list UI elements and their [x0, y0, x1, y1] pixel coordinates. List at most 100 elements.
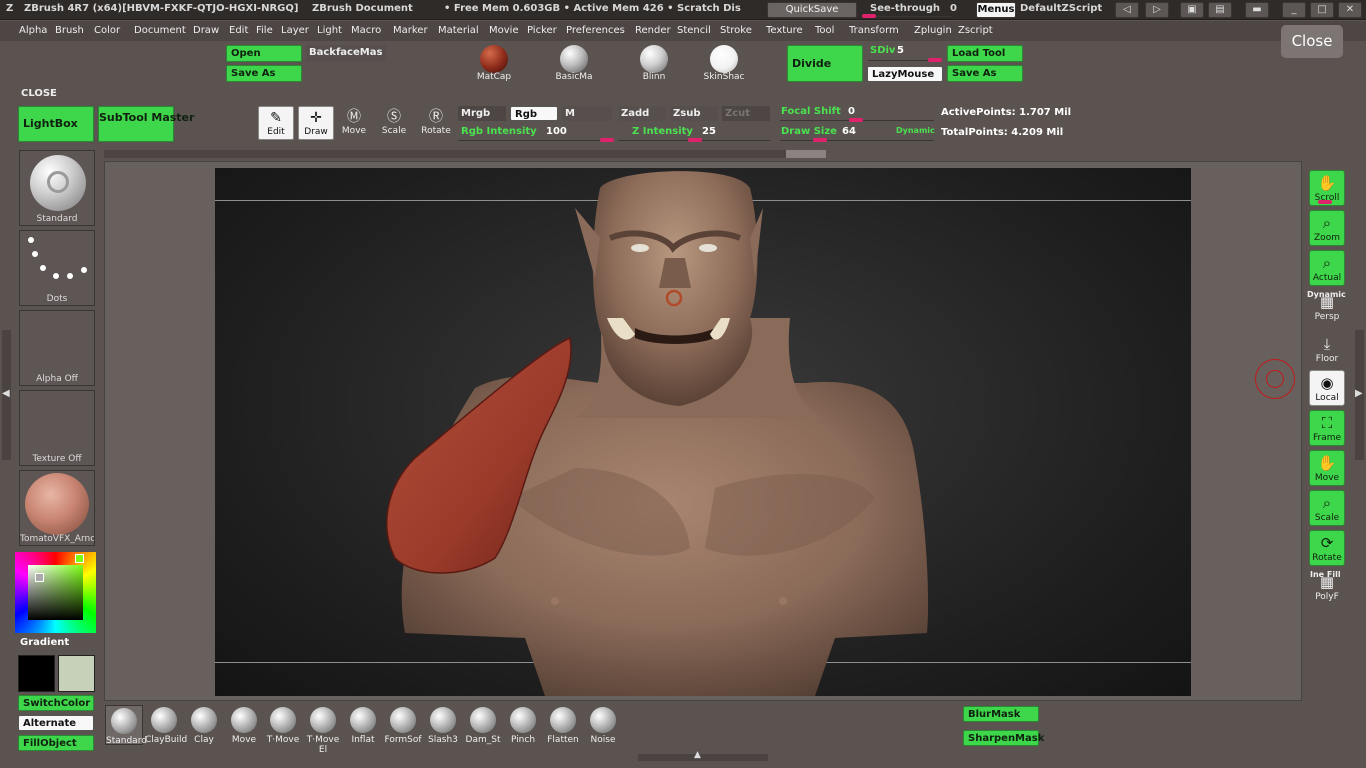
actual-button[interactable]: ⌕ Actual	[1309, 250, 1345, 286]
hide-icon[interactable]: ▬	[1245, 2, 1269, 18]
close-label[interactable]: CLOSE	[21, 88, 57, 99]
minimize-icon[interactable]: _	[1282, 2, 1306, 18]
brush-claybuild[interactable]: ClayBuild	[145, 705, 187, 745]
brush-formsoft[interactable]: FormSof	[384, 705, 422, 745]
lazymouse-button[interactable]: LazyMouse	[867, 66, 943, 82]
switch-color-button[interactable]: SwitchColor	[18, 695, 94, 711]
menu-macro[interactable]: Macro	[351, 25, 381, 36]
rotate-mode-button[interactable]: Ⓡ Rotate	[418, 106, 454, 140]
menu-brush[interactable]: Brush	[55, 25, 84, 36]
quicksave-button[interactable]: QuickSave	[767, 2, 857, 18]
prev-layout-icon[interactable]: ◁	[1115, 2, 1139, 18]
top-tray-scrollbar[interactable]	[104, 150, 824, 158]
open-button[interactable]: Open	[226, 45, 302, 62]
menu-zplugin[interactable]: Zplugin	[914, 25, 952, 36]
focal-shift-slider[interactable]	[849, 118, 863, 122]
frame-button[interactable]: ⛶ Frame	[1309, 410, 1345, 446]
hue-marker[interactable]	[75, 554, 84, 563]
see-through-slider[interactable]	[862, 14, 876, 18]
menu-layer[interactable]: Layer	[281, 25, 309, 36]
menu-stencil[interactable]: Stencil	[677, 25, 711, 36]
menu-movie[interactable]: Movie	[489, 25, 519, 36]
matcap-sphere-icon[interactable]	[480, 45, 508, 73]
gradient-label[interactable]: Gradient	[20, 637, 69, 648]
bottom-tray-toggle[interactable]	[638, 754, 768, 761]
menu-zscript[interactable]: Zscript	[958, 25, 993, 36]
draw-mode-button[interactable]: ✛ Draw	[298, 106, 334, 140]
menu-transform[interactable]: Transform	[849, 25, 899, 36]
m-button[interactable]: M	[562, 106, 612, 121]
skin-shader-sphere-icon[interactable]	[710, 45, 738, 73]
sharpen-mask-button[interactable]: SharpenMask	[963, 730, 1044, 746]
top-tray-scroll-thumb[interactable]	[786, 150, 826, 158]
fill-object-button[interactable]: FillObject	[18, 735, 94, 751]
menu-picker[interactable]: Picker	[527, 25, 557, 36]
load-tool-button[interactable]: Load Tool	[947, 45, 1023, 62]
brush-dam-standard[interactable]: Dam_St	[464, 705, 502, 745]
menu-tool[interactable]: Tool	[815, 25, 834, 36]
brush-pinch[interactable]: Pinch	[504, 705, 542, 745]
polyf-button[interactable]: ▦ PolyF	[1309, 570, 1345, 606]
brush-flatten[interactable]: Flatten	[544, 705, 582, 745]
tool-save-as-button[interactable]: Save As	[947, 65, 1023, 82]
document-canvas[interactable]	[215, 168, 1191, 696]
scale-view-button[interactable]: ⌕ Scale	[1309, 490, 1345, 526]
zsub-button[interactable]: Zsub	[670, 106, 718, 121]
blinn-sphere-icon[interactable]	[640, 45, 668, 73]
menus-button[interactable]: Menus	[976, 2, 1016, 18]
menu-edit[interactable]: Edit	[229, 25, 248, 36]
material-selector[interactable]: TomatoVFX_Arnc	[19, 470, 95, 546]
brush-move-elastic[interactable]: T·Move El	[304, 705, 342, 755]
brush-clay[interactable]: Clay	[185, 705, 223, 745]
backface-mask-button[interactable]: BackfaceMas	[306, 45, 386, 62]
see-through-label[interactable]: See-through	[870, 3, 940, 14]
menu-color[interactable]: Color	[94, 25, 120, 36]
brush-slash3[interactable]: Slash3	[424, 705, 462, 745]
save-as-button[interactable]: Save As	[226, 65, 302, 82]
menu-marker[interactable]: Marker	[393, 25, 428, 36]
brush-move[interactable]: Move	[225, 705, 263, 745]
floor-button[interactable]: ⤓ Floor	[1309, 332, 1345, 368]
menu-stroke[interactable]: Stroke	[720, 25, 752, 36]
default-zscript-button[interactable]: DefaultZScript	[1020, 3, 1102, 14]
draw-size-slider[interactable]	[813, 138, 827, 142]
divide-button[interactable]: Divide	[787, 45, 863, 82]
dynamic-toggle[interactable]: Dynamic	[896, 126, 935, 135]
rgb-intensity-slider[interactable]	[600, 138, 614, 142]
orc-sculpt-model[interactable]	[215, 168, 1191, 696]
rgb-button[interactable]: Rgb	[510, 106, 558, 121]
mrgb-button[interactable]: Mrgb	[458, 106, 506, 121]
stroke-selector[interactable]: Dots	[19, 230, 95, 306]
persp-button[interactable]: ▦ Persp	[1309, 290, 1345, 326]
brush-noise[interactable]: Noise	[584, 705, 622, 745]
lightbox-button[interactable]: LightBox	[18, 106, 94, 142]
zadd-button[interactable]: Zadd	[618, 106, 666, 121]
brush-standard[interactable]: Standard	[105, 705, 147, 746]
next-layout-icon[interactable]: ▷	[1145, 2, 1169, 18]
menu-light[interactable]: Light	[317, 25, 342, 36]
main-color-swatch[interactable]	[18, 655, 55, 692]
menu-alpha[interactable]: Alpha	[19, 25, 47, 36]
menu-document[interactable]: Document	[134, 25, 186, 36]
alpha-selector[interactable]: Alpha Off	[19, 310, 95, 386]
blur-mask-button[interactable]: BlurMask	[963, 706, 1039, 722]
scale-mode-button[interactable]: Ⓢ Scale	[376, 106, 412, 140]
move-view-button[interactable]: ✋ Move	[1309, 450, 1345, 486]
color-picker-marker[interactable]	[35, 573, 44, 582]
maximize-icon[interactable]: □	[1310, 2, 1334, 18]
menu-render[interactable]: Render	[635, 25, 671, 36]
subtool-master-button[interactable]: SubTool Master	[98, 106, 194, 142]
brush-inflat[interactable]: Inflat	[344, 705, 382, 745]
close-window-icon[interactable]: ✕	[1338, 2, 1362, 18]
texture-selector[interactable]: Texture Off	[19, 390, 95, 466]
brush-topological-move[interactable]: T·Move	[264, 705, 302, 745]
local-button[interactable]: ◉ Local	[1309, 370, 1345, 406]
zoom-button[interactable]: ⌕ Zoom	[1309, 210, 1345, 246]
menu-file[interactable]: File	[256, 25, 273, 36]
menu-texture[interactable]: Texture	[766, 25, 803, 36]
basic-material-sphere-icon[interactable]	[560, 45, 588, 73]
brush-selector[interactable]: Standard	[19, 150, 95, 226]
move-mode-button[interactable]: Ⓜ Move	[336, 106, 372, 140]
menu-preferences[interactable]: Preferences	[566, 25, 625, 36]
menu-draw[interactable]: Draw	[193, 25, 219, 36]
